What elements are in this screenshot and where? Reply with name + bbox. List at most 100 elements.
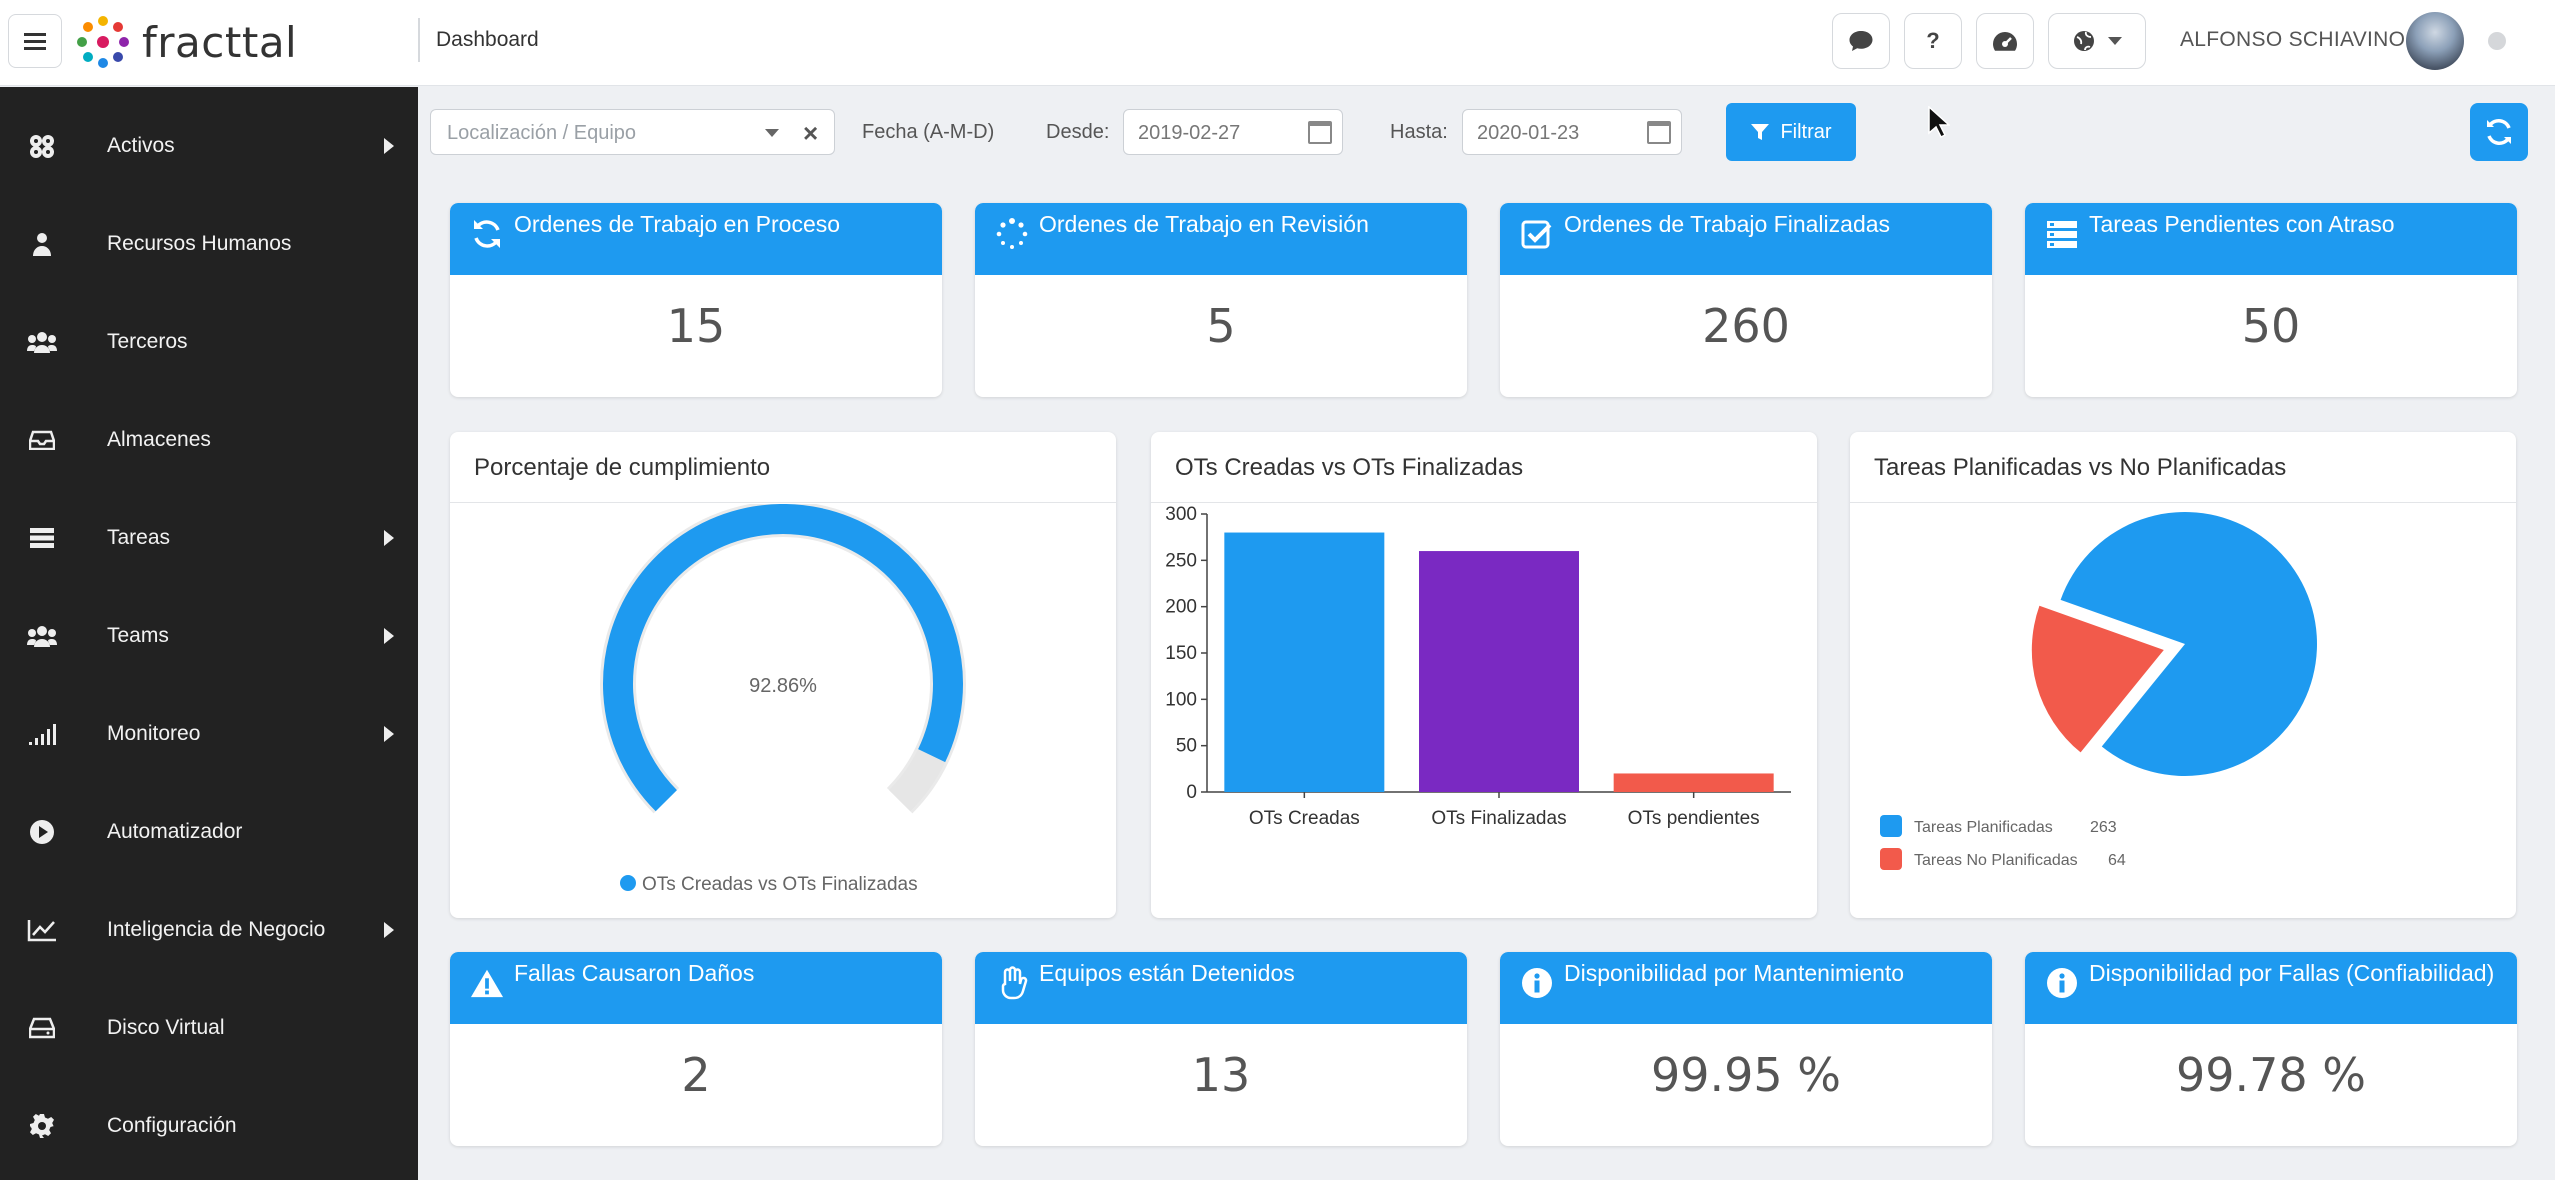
chevron-down-icon	[2108, 37, 2122, 45]
sidebar-item-label: Tareas	[107, 526, 171, 549]
kpi-card[interactable]: Fallas Causaron Daños 2	[450, 952, 942, 1146]
from-date-input[interactable]: 2019-02-27	[1123, 109, 1343, 155]
user-name[interactable]: ALFONSO SCHIAVINO	[2180, 28, 2405, 52]
sidebar-item-tareas[interactable]: Tareas	[0, 489, 418, 587]
kpi-value: 15	[666, 299, 726, 353]
play-circle-icon	[26, 816, 58, 848]
sidebar-item-label: Configuración	[107, 1114, 237, 1137]
bar[interactable]	[1224, 532, 1385, 792]
calendar-icon[interactable]	[1308, 121, 1332, 144]
kpi-card-header: Equipos están Detenidos	[975, 952, 1467, 1024]
chevron-right-icon	[384, 628, 394, 644]
kpi-card[interactable]: Equipos están Detenidos 13	[975, 952, 1467, 1146]
top-header: fracttal Dashboard ? ALFONSO SCHIAVINO	[0, 0, 2555, 86]
bar-chart-panel: OTs Creadas vs OTs Finalizadas 0 50 100 150…	[1151, 432, 1817, 918]
sidebar-item-configuracion[interactable]: Configuración	[0, 1077, 418, 1175]
sidebar-item-label: Automatizador	[107, 820, 243, 843]
globe-icon	[2074, 31, 2094, 51]
chevron-down-icon[interactable]	[765, 129, 779, 137]
location-placeholder: Localización / Equipo	[447, 122, 637, 144]
kpi-card[interactable]: Ordenes de Trabajo Finalizadas 260	[1500, 203, 1992, 397]
to-label: Hasta:	[1390, 121, 1448, 143]
info-icon	[1520, 966, 1554, 1000]
refresh-button[interactable]	[2470, 103, 2528, 161]
sidebar-item-inteligencia-de-negocio[interactable]: Inteligencia de Negocio	[0, 881, 418, 979]
y-tick-label: 300	[1165, 504, 1197, 525]
y-tick-label: 0	[1186, 782, 1197, 803]
filter-button[interactable]: Filtrar	[1726, 103, 1856, 161]
refresh-icon	[2487, 119, 2511, 145]
legend-label: Tareas Planificadas	[1914, 819, 2053, 836]
kpi-value: 50	[2241, 299, 2301, 353]
group-icon	[26, 326, 58, 358]
sidebar-item-monitoreo[interactable]: Monitoreo	[0, 685, 418, 783]
kpi-value: 99.78 %	[2175, 1048, 2367, 1102]
to-date-input[interactable]: 2020-01-23	[1462, 109, 1682, 155]
kpi-card-header: Disponibilidad por Mantenimiento	[1500, 952, 1992, 1024]
kpi-card-header: Ordenes de Trabajo en Revisión	[975, 203, 1467, 275]
kpi-card[interactable]: Disponibilidad por Mantenimiento 99.95 %	[1500, 952, 1992, 1146]
chevron-right-icon	[384, 922, 394, 938]
avatar[interactable]	[2406, 12, 2464, 70]
language-selector[interactable]	[2048, 13, 2146, 69]
sidebar-item-automatizador[interactable]: Automatizador	[0, 783, 418, 881]
kpi-card-header: Disponibilidad por Fallas (Confiabilidad…	[2025, 952, 2517, 1024]
chevron-right-icon	[384, 530, 394, 546]
filter-button-label: Filtrar	[1780, 120, 1832, 143]
legend-value: 263	[2090, 819, 2117, 836]
bar-chart: 0 50 100 150 200 250 300 OTs Creadas OTs Finaliz…	[1165, 504, 1791, 829]
kpi-card[interactable]: Tareas Pendientes con Atraso 50	[2025, 203, 2517, 397]
sidebar-item-label: Recursos Humanos	[107, 232, 292, 255]
kpi-card[interactable]: Ordenes de Trabajo en Revisión 5	[975, 203, 1467, 397]
sidebar-item-label: Activos	[107, 134, 175, 157]
x-tick-label: OTs Finalizadas	[1431, 808, 1566, 829]
chat-button[interactable]	[1832, 13, 1890, 69]
calendar-icon[interactable]	[1647, 121, 1671, 144]
hand-icon	[995, 966, 1029, 1000]
hard-drive-icon	[26, 1012, 58, 1044]
check-square-icon	[1520, 217, 1554, 251]
sidebar-item-recursos-humanos[interactable]: Recursos Humanos	[0, 195, 418, 293]
kpi-card-header: Fallas Causaron Daños	[450, 952, 942, 1024]
group-icon	[26, 620, 58, 652]
pie-panel-title: Tareas Planificadas vs No Planificadas	[1874, 454, 2287, 481]
bar[interactable]	[1419, 551, 1579, 792]
warning-icon	[470, 966, 504, 1000]
logo-text: fracttal	[142, 17, 298, 67]
dashboard-gauge-button[interactable]	[1976, 13, 2034, 69]
hamburger-menu-button[interactable]	[8, 14, 62, 68]
sidebar-item-label: Terceros	[107, 330, 188, 353]
sidebar: Activos Recursos Humanos Terceros Almacenes…	[0, 87, 418, 1180]
legend-swatch	[1880, 848, 1902, 870]
to-date-value: 2020-01-23	[1477, 122, 1580, 144]
logo[interactable]: fracttal	[74, 10, 297, 74]
kpi-card[interactable]: Disponibilidad por Fallas (Confiabilidad…	[2025, 952, 2517, 1146]
from-date-value: 2019-02-27	[1138, 122, 1241, 144]
y-tick-label: 50	[1176, 736, 1197, 757]
fracttal-logo-icon	[77, 16, 129, 68]
sidebar-item-terceros[interactable]: Terceros	[0, 293, 418, 391]
funnel-icon	[1751, 124, 1770, 140]
mouse-cursor-icon	[1928, 106, 1950, 138]
sidebar-item-activos[interactable]: Activos	[0, 97, 418, 195]
speedometer-icon	[1993, 32, 2017, 51]
sidebar-item-almacenes[interactable]: Almacenes	[0, 391, 418, 489]
sync-icon	[470, 217, 504, 251]
kpi-title: Disponibilidad por Mantenimiento	[1564, 960, 1905, 986]
assets-icon	[26, 130, 58, 162]
tasks-icon	[2045, 217, 2079, 251]
bar[interactable]	[1613, 773, 1774, 792]
sidebar-item-teams[interactable]: Teams	[0, 587, 418, 685]
help-button[interactable]: ?	[1904, 13, 1962, 69]
clear-icon[interactable]: ×	[803, 118, 818, 149]
breadcrumb[interactable]: Dashboard	[436, 28, 539, 52]
y-tick-label: 150	[1165, 643, 1197, 664]
kpi-card[interactable]: Ordenes de Trabajo en Proceso 15	[450, 203, 942, 397]
filter-bar: Localización / Equipo × Fecha (A-M-D) De…	[418, 87, 2555, 184]
sidebar-item-label: Inteligencia de Negocio	[107, 918, 326, 941]
line-chart-icon	[26, 914, 58, 946]
location-equipment-select[interactable]: Localización / Equipo ×	[430, 109, 835, 155]
sidebar-item-disco-virtual[interactable]: Disco Virtual	[0, 979, 418, 1077]
kpi-title: Disponibilidad por Fallas (Confiabilidad…	[2089, 960, 2495, 986]
legend-swatch	[620, 875, 636, 891]
